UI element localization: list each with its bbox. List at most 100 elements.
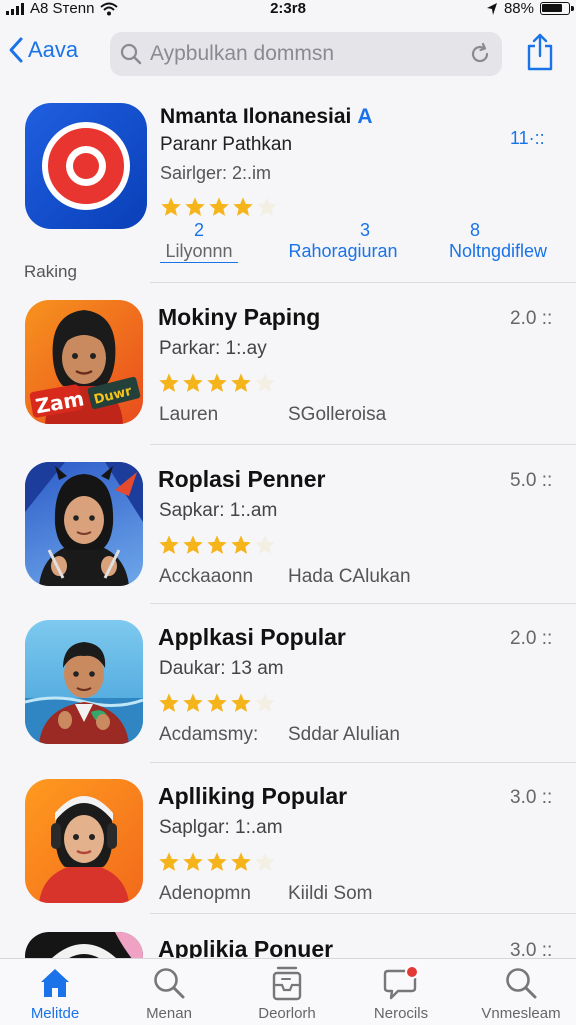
app-subtitle: Saplgar: 1:.am [159, 817, 283, 838]
search-icon [154, 968, 185, 999]
star-icon [231, 535, 251, 554]
avatar-illustration [25, 462, 143, 586]
star-icon [255, 693, 275, 712]
list-item[interactable]: Applkasi Popular Daukar: 13 am Acdamsmy:… [0, 620, 576, 770]
app-value[interactable]: 2.0 :: [510, 308, 552, 330]
star-icon [183, 852, 203, 871]
avatar-illustration [51, 932, 143, 958]
stat-2-number: 3 [359, 220, 370, 240]
list-item[interactable]: Aplliking Popular Saplgar: 1:.am Adenopm… [0, 779, 576, 929]
divider [150, 603, 576, 604]
featured-badge: A [357, 105, 373, 128]
message-icon [383, 965, 419, 1000]
tab-messages[interactable]: Nerocils [346, 965, 456, 1022]
list-item[interactable]: Roplasi Penner Sapkar: 1:.am Acckaaonn H… [0, 462, 576, 612]
app-value[interactable]: 3.0 :: [510, 787, 552, 809]
app-value[interactable]: 3.0 :: [510, 940, 552, 958]
stat-1[interactable]: 2 Lilyonnn [160, 220, 238, 263]
stat-2[interactable]: 3 Rahoragiuran [288, 220, 398, 262]
tab-bar: Melitde Menan Deorlorh Nerocils Vnmeslea… [0, 958, 576, 1025]
app-name: Applkasi Popular [158, 624, 346, 650]
star-icon [255, 535, 275, 554]
avatar-illustration [25, 642, 143, 744]
search-icon [506, 968, 537, 999]
inbox-icon [272, 966, 302, 1001]
tab-discover[interactable]: Vnmesleam [466, 965, 576, 1022]
star-icon [183, 535, 203, 554]
app-value[interactable]: 2.0 :: [510, 628, 552, 650]
star-icon [159, 535, 179, 554]
star-icon [183, 373, 203, 392]
stat-3[interactable]: 8 Noltngdiflew [442, 220, 554, 262]
star-icon [183, 693, 203, 712]
search-input[interactable]: Aypbulkan dommsn [150, 42, 468, 66]
app-tag-1: Acckaaonn [159, 566, 254, 587]
divider [150, 282, 576, 283]
star-icon [231, 373, 251, 392]
stat-2-label: Rahoragiuran [288, 241, 398, 261]
app-tag-1: Lauren [159, 404, 219, 425]
share-button[interactable] [524, 32, 556, 77]
star-icon [231, 693, 251, 712]
rating-stars [160, 196, 278, 218]
app-name: Roplasi Penner [158, 466, 326, 492]
app-icon[interactable] [25, 620, 143, 744]
star-icon [209, 197, 229, 216]
location-icon [486, 2, 497, 15]
star-icon [231, 852, 251, 871]
search-bar[interactable]: Aypbulkan dommsn [110, 32, 502, 76]
stat-1-number: 2 [193, 220, 204, 240]
divider [150, 762, 576, 763]
app-tag-2: Hada CAlukan [288, 566, 411, 587]
star-icon [159, 693, 179, 712]
list-item[interactable]: Applikia Ponuer 3.0 :: [0, 932, 576, 958]
featured-app[interactable]: Nmanta Ilonanesiai A Paranr Pathkan Sairl… [0, 100, 576, 281]
app-name: Applikia Ponuer [158, 936, 334, 958]
app-icon[interactable]: Zam Duwr [25, 300, 143, 424]
app-subtitle: Sapkar: 1:.am [159, 500, 278, 521]
search-icon [120, 43, 142, 65]
tab-inbox[interactable]: Deorlorh [232, 965, 342, 1022]
app-tag-2: Kiildi Som [288, 883, 373, 904]
share-icon [527, 33, 553, 71]
star-icon [207, 535, 227, 554]
rating-stars [158, 534, 276, 556]
tab-home[interactable]: Melitde [0, 965, 110, 1022]
home-icon [41, 969, 69, 997]
tab-search[interactable]: Menan [114, 965, 224, 1022]
app-value[interactable]: 5.0 :: [510, 470, 552, 492]
app-name: Aplliking Popular [158, 783, 348, 809]
star-icon [257, 197, 277, 216]
app-icon[interactable] [25, 779, 143, 903]
status-right: 88% [486, 0, 574, 17]
divider [150, 913, 576, 914]
nav-bar: Aava Aypbulkan dommsn [0, 30, 576, 80]
star-icon [255, 373, 275, 392]
back-label: Aava [28, 37, 79, 62]
list-item[interactable]: Zam Duwr Mokiny Paping Parkar: 1:.ay Lau… [0, 300, 576, 450]
app-icon[interactable] [25, 462, 143, 586]
refresh-icon[interactable] [468, 42, 492, 66]
app-icon[interactable] [25, 103, 147, 229]
tab-home-label: Melitde [30, 1005, 80, 1022]
star-icon [255, 852, 275, 871]
star-icon [161, 197, 181, 216]
stat-3-label: Noltngdiflew [448, 241, 548, 261]
tab-discover-label: Vnmesleam [481, 1005, 561, 1022]
featured-subtitle: Paranr Pathkan [160, 134, 293, 155]
avatar-illustration [39, 796, 129, 903]
back-button[interactable]: Aava [8, 36, 78, 64]
ring-logo-core [73, 153, 99, 179]
app-subtitle: Parkar: 1:.ay [159, 338, 267, 359]
star-icon [233, 197, 253, 216]
app-name: Mokiny Paping [158, 304, 321, 330]
app-tag-2: Sddar Alulian [288, 724, 400, 745]
stat-1-label: Lilyonnn [160, 241, 238, 263]
divider [150, 444, 576, 445]
app-tag-1: Acdamsmy: [159, 724, 259, 745]
app-icon[interactable] [25, 932, 143, 958]
star-icon [207, 373, 227, 392]
star-icon [159, 852, 179, 871]
featured-price[interactable]: 11·:: [510, 128, 545, 149]
tab-inbox-label: Deorlorh [258, 1005, 316, 1022]
